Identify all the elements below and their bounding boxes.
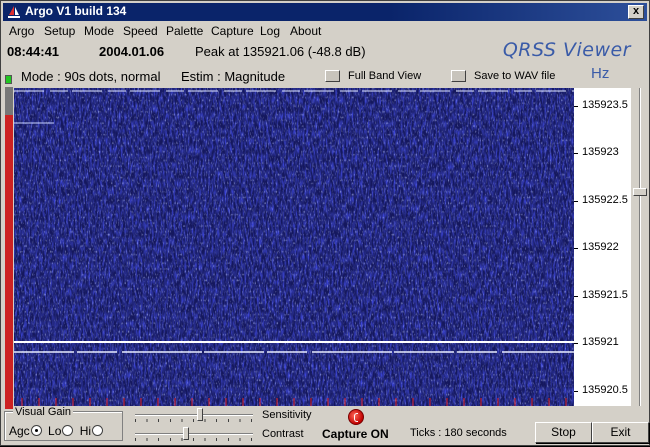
contrast-slider[interactable] <box>135 427 253 441</box>
visual-gain-group: Visual Gain Agc Lo Hi <box>4 406 123 441</box>
axis-label: 135921.5 <box>582 289 628 301</box>
axis-label: 135923 <box>582 146 619 158</box>
hi-label: Hi <box>79 424 92 438</box>
sensitivity-thumb[interactable] <box>197 408 203 421</box>
capture-indicator-icon <box>348 409 364 425</box>
contrast-thumb[interactable] <box>183 427 189 440</box>
sailboat-icon <box>6 4 22 20</box>
axis-label: 135923.5 <box>582 99 628 111</box>
sensitivity-label: Sensitivity <box>262 409 312 421</box>
menu-speed[interactable]: Speed <box>123 24 158 38</box>
axis-tick <box>574 201 578 202</box>
axis-unit: Hz <box>591 65 610 82</box>
axis-label: 135921 <box>582 336 619 348</box>
frequency-axis: 135923.5 135923 135922.5 135922 135921.5… <box>574 88 631 406</box>
axis-tick <box>574 343 578 344</box>
agc-label: Agc <box>9 424 30 438</box>
waterfall-spectrogram <box>14 88 574 406</box>
axis-tick <box>574 248 578 249</box>
gain-radio-row: Agc Lo Hi <box>9 424 106 438</box>
ticks-readout: Ticks : 180 seconds <box>410 427 507 439</box>
slider-thumb[interactable] <box>633 188 647 196</box>
full-band-view-label: Full Band View <box>348 70 422 82</box>
menu-log[interactable]: Log <box>260 24 280 38</box>
peak-readout: Peak at 135921.06 (-48.8 dB) <box>195 44 366 59</box>
axis-tick <box>574 153 578 154</box>
visual-gain-label: Visual Gain <box>13 406 74 418</box>
control-panel: Visual Gain Agc Lo Hi Sensitivity Contra… <box>1 406 650 447</box>
menu-capture[interactable]: Capture <box>211 24 254 38</box>
argo-window: Argo V1 build 134 x Argo Setup Mode Spee… <box>0 0 650 446</box>
exit-button[interactable]: Exit <box>592 422 649 443</box>
slider-track <box>639 88 641 406</box>
hi-radio[interactable] <box>92 425 104 436</box>
contrast-label: Contrast <box>262 428 304 440</box>
menu-palette[interactable]: Palette <box>166 24 203 38</box>
lo-radio[interactable] <box>62 425 74 436</box>
mode-label: Mode : 90s dots, normal <box>21 69 161 84</box>
time-ticks <box>21 398 567 406</box>
contrast-track <box>135 433 253 435</box>
full-band-view-button[interactable] <box>325 70 340 82</box>
title-bar[interactable]: Argo V1 build 134 x <box>3 3 647 21</box>
menu-argo[interactable]: Argo <box>9 24 34 38</box>
level-meter <box>5 87 13 409</box>
axis-label: 135922 <box>582 241 619 253</box>
save-wav-button[interactable] <box>451 70 466 82</box>
frequency-scroll-slider[interactable] <box>633 88 647 406</box>
agc-radio[interactable] <box>30 425 42 436</box>
axis-tick <box>574 296 578 297</box>
clock-time: 08:44:41 <box>7 44 60 59</box>
sensitivity-ticks <box>135 419 253 422</box>
sensitivity-track <box>135 414 253 416</box>
axis-label: 135922.5 <box>582 194 628 206</box>
stop-button[interactable]: Stop <box>535 422 592 443</box>
current-date: 2004.01.06 <box>99 44 165 59</box>
estim-label: Estim : Magnitude <box>181 69 286 84</box>
waterfall-display[interactable] <box>14 88 574 406</box>
qrss-viewer-logo: QRSS Viewer <box>502 39 631 61</box>
axis-label: 135920.5 <box>582 384 628 396</box>
level-meter-fill <box>5 87 13 115</box>
window-title: Argo V1 build 134 <box>25 4 127 18</box>
status-led <box>5 75 12 84</box>
save-wav-label: Save to WAV file <box>474 70 556 82</box>
axis-tick <box>574 391 578 392</box>
menu-mode[interactable]: Mode <box>84 24 114 38</box>
lo-label: Lo <box>48 424 62 438</box>
close-button[interactable]: x <box>628 5 644 19</box>
menu-about[interactable]: About <box>290 24 321 38</box>
axis-tick <box>574 106 578 107</box>
capture-status: Capture ON <box>322 427 389 441</box>
menu-setup[interactable]: Setup <box>44 24 75 38</box>
contrast-ticks <box>135 438 253 441</box>
sensitivity-slider[interactable] <box>135 408 253 422</box>
